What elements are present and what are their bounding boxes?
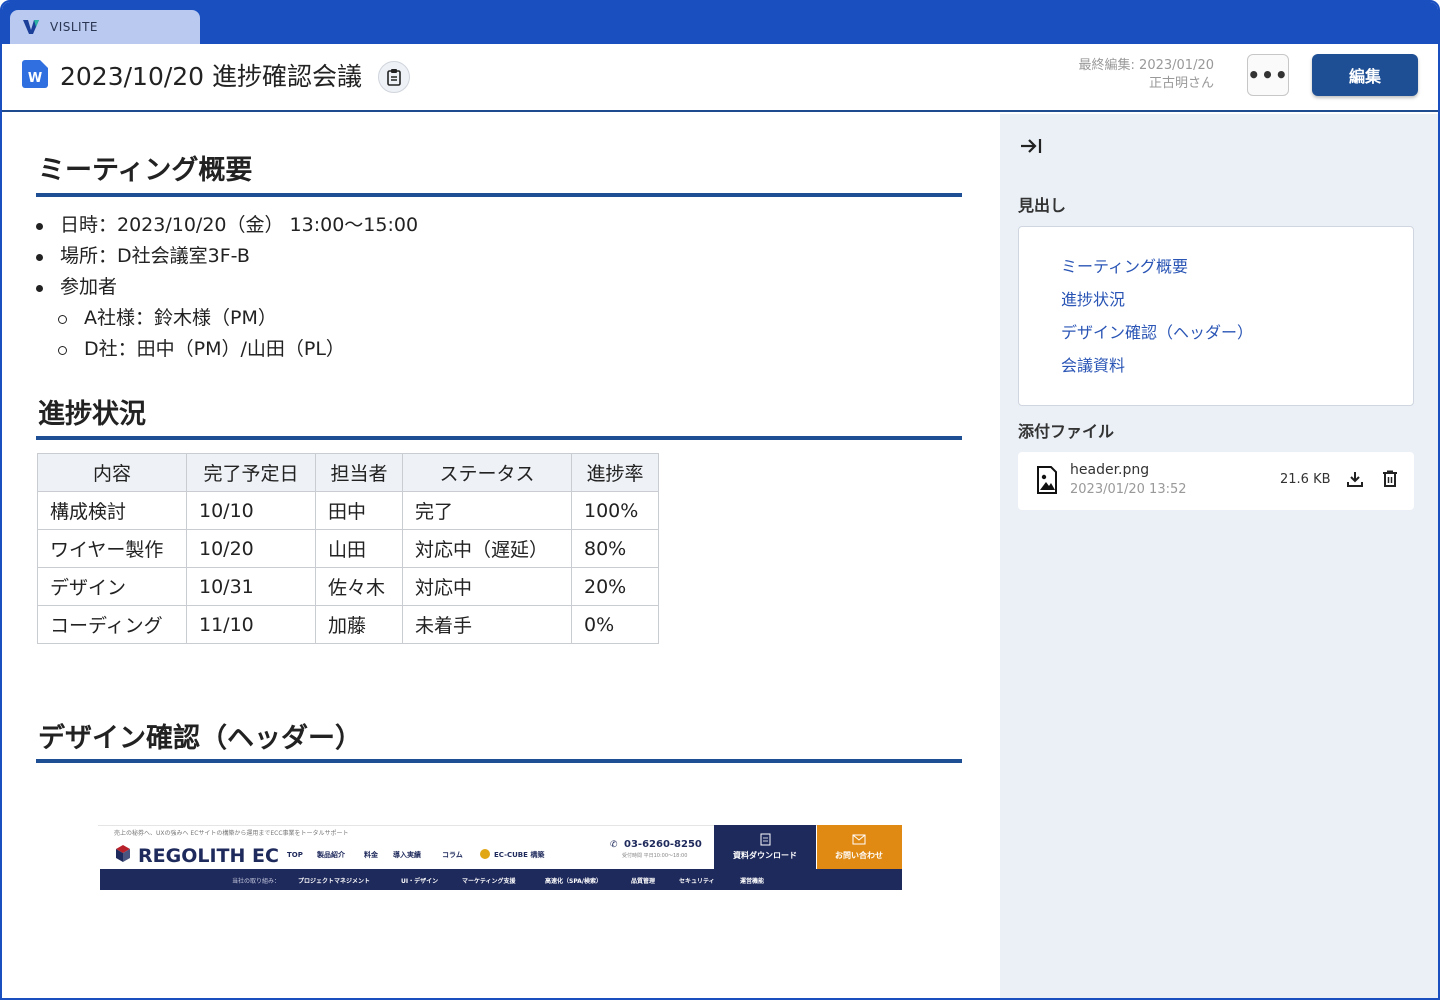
table-cell: デザイン bbox=[37, 567, 187, 606]
table-cell: 11/10 bbox=[186, 605, 316, 644]
banner-phone-sub: 受付時間 平日10:00〜18:00 bbox=[622, 852, 687, 859]
table-cell: 10/20 bbox=[186, 529, 316, 568]
column-header: 担当者 bbox=[315, 453, 403, 492]
list-item: A社様：鈴木様（PM） bbox=[36, 303, 418, 334]
app-tab[interactable]: VISLITE bbox=[10, 10, 200, 44]
overview-list: 日時：2023/10/20（金） 13:00〜15:00 場所：D社会議室3F-… bbox=[36, 210, 418, 365]
list-item: D社：田中（PM）/山田（PL） bbox=[36, 334, 418, 365]
image-file-icon bbox=[1037, 466, 1057, 494]
banner-bottom-nav-item: 品質管理 bbox=[631, 877, 655, 885]
attachment-date: 2023/01/20 13:52 bbox=[1070, 482, 1187, 497]
banner-partner: EC-CUBE 構築 bbox=[494, 850, 545, 859]
toc-label: 見出し bbox=[1018, 196, 1067, 215]
phone-icon: ✆ bbox=[610, 840, 618, 850]
last-edit-info: 最終編集: 2023/01/20 正古明さん bbox=[1079, 57, 1214, 93]
page-title: 2023/10/20 進捗確認会議 bbox=[60, 62, 363, 91]
ec-cube-logo-icon bbox=[480, 849, 490, 859]
last-edit-user: 正古明さん bbox=[1148, 76, 1214, 91]
document-header: W 2023/10/20 進捗確認会議 最終編集: 2023/01/20 正古明… bbox=[2, 44, 1438, 112]
collapse-right-icon[interactable] bbox=[1018, 134, 1044, 158]
download-icon[interactable] bbox=[1346, 470, 1364, 488]
banner-nav-item: 料金 bbox=[364, 850, 379, 859]
toc-link[interactable]: 進捗状況 bbox=[1061, 286, 1125, 310]
table-cell: 構成検討 bbox=[37, 491, 187, 530]
toc-link[interactable]: デザイン確認（ヘッダー） bbox=[1061, 319, 1253, 343]
table-cell: 100% bbox=[571, 491, 659, 530]
document-body: ミーティング概要 日時：2023/10/20（金） 13:00〜15:00 場所… bbox=[2, 114, 1000, 998]
banner-brand: REGOLITH EC bbox=[138, 845, 279, 867]
banner-bottom-nav-item: 高速化（SPA/検索） bbox=[545, 877, 602, 885]
attachment-item[interactable]: header.png 2023/01/20 13:52 21.6 KB bbox=[1018, 452, 1414, 510]
copy-button[interactable] bbox=[378, 61, 410, 93]
table-cell: 田中 bbox=[315, 491, 403, 530]
clipboard-icon bbox=[387, 69, 401, 86]
banner-bottom-nav-item: 運営機能 bbox=[740, 877, 764, 885]
banner-top-text: 売上の秘券へ、UXの強みへ ECサイトの構築から運用までECC事業をトータルサポ… bbox=[114, 829, 349, 837]
table-cell: ワイヤー製作 bbox=[37, 529, 187, 568]
table-cell: 0% bbox=[571, 605, 659, 644]
app-window: VISLITE W 2023/10/20 進捗確認会議 最終編集: 2023/0… bbox=[0, 0, 1440, 1000]
list-item: 場所：D社会議室3F-B bbox=[36, 241, 418, 272]
table-cell: 佐々木 bbox=[315, 567, 403, 606]
last-edit-date: 最終編集: 2023/01/20 bbox=[1078, 58, 1214, 73]
toc-link[interactable]: ミーティング概要 bbox=[1061, 253, 1188, 277]
table-cell: コーディング bbox=[37, 605, 187, 644]
attachment-name: header.png bbox=[1070, 462, 1150, 478]
list-item: 参加者 bbox=[36, 272, 418, 303]
table-of-contents: ミーティング概要 進捗状況 デザイン確認（ヘッダー） 会議資料 bbox=[1018, 226, 1414, 406]
table-cell: 10/31 bbox=[186, 567, 316, 606]
heading-rule bbox=[36, 193, 962, 197]
column-header: ステータス bbox=[402, 453, 572, 492]
list-item: 日時：2023/10/20（金） 13:00〜15:00 bbox=[36, 210, 418, 241]
header-design-image: 売上の秘券へ、UXの強みへ ECサイトの構築から運用までECC事業をトータルサポ… bbox=[98, 825, 902, 891]
table-cell: 完了 bbox=[402, 491, 572, 530]
table-row: ワイヤー製作 10/20 山田 対応中（遅延） 80% bbox=[37, 529, 659, 568]
column-header: 内容 bbox=[37, 453, 187, 492]
table-row: デザイン 10/31 佐々木 対応中 20% bbox=[37, 567, 659, 606]
banner-bottom-lead: 当社の取り組み： bbox=[232, 877, 280, 885]
banner-bottom-nav-item: セキュリティ bbox=[679, 878, 715, 885]
toc-link[interactable]: 会議資料 bbox=[1061, 352, 1125, 376]
trash-icon[interactable] bbox=[1382, 470, 1398, 488]
section-heading-design: デザイン確認（ヘッダー） bbox=[38, 723, 362, 754]
banner-bottom-nav-item: UI・デザイン bbox=[401, 877, 438, 885]
section-heading-overview: ミーティング概要 bbox=[38, 155, 253, 186]
right-sidebar: 見出し ミーティング概要 進捗状況 デザイン確認（ヘッダー） 会議資料 添付ファ… bbox=[1000, 114, 1438, 998]
table-row: 構成検討 10/10 田中 完了 100% bbox=[37, 491, 659, 530]
table-cell: 10/10 bbox=[186, 491, 316, 530]
edit-button[interactable]: 編集 bbox=[1312, 54, 1418, 96]
banner-nav-item: コラム bbox=[442, 851, 463, 859]
app-tab-label: VISLITE bbox=[50, 20, 99, 34]
tab-bar: VISLITE bbox=[2, 2, 1438, 44]
table-header-row: 内容 完了予定日 担当者 ステータス 進捗率 bbox=[37, 453, 659, 492]
table-cell: 加藤 bbox=[315, 605, 403, 644]
banner-nav-item: TOP bbox=[287, 851, 303, 859]
banner-contact: お問い合わせ bbox=[835, 850, 883, 860]
banner-nav-item: 製品紹介 bbox=[316, 850, 346, 859]
attachments-label: 添付ファイル bbox=[1018, 422, 1115, 441]
vislite-logo-icon bbox=[23, 20, 39, 34]
banner-nav-item: 導入実績 bbox=[393, 850, 421, 859]
more-options-button[interactable]: ••• bbox=[1247, 54, 1289, 96]
word-document-icon: W bbox=[22, 60, 48, 88]
table-cell: 対応中（遅延） bbox=[402, 529, 572, 568]
banner-phone: 03-6260-8250 bbox=[624, 839, 702, 850]
table-cell: 未着手 bbox=[402, 605, 572, 644]
heading-rule bbox=[36, 759, 962, 763]
banner-bottom-nav-item: プロジェクトマネジメント bbox=[298, 877, 370, 885]
attachment-size: 21.6 KB bbox=[1280, 472, 1331, 487]
table-cell: 山田 bbox=[315, 529, 403, 568]
section-heading-progress: 進捗状況 bbox=[38, 399, 146, 430]
column-header: 進捗率 bbox=[571, 453, 659, 492]
banner-download: 資料ダウンロード bbox=[733, 850, 797, 860]
banner-bottom-nav-item: マーケティング支援 bbox=[462, 877, 517, 885]
table-cell: 80% bbox=[571, 529, 659, 568]
column-header: 完了予定日 bbox=[186, 453, 316, 492]
progress-table: 内容 完了予定日 担当者 ステータス 進捗率 構成検討 10/10 田中 完了 … bbox=[37, 453, 659, 644]
heading-rule bbox=[36, 436, 962, 440]
table-row: コーディング 11/10 加藤 未着手 0% bbox=[37, 605, 659, 644]
table-cell: 20% bbox=[571, 567, 659, 606]
table-cell: 対応中 bbox=[402, 567, 572, 606]
